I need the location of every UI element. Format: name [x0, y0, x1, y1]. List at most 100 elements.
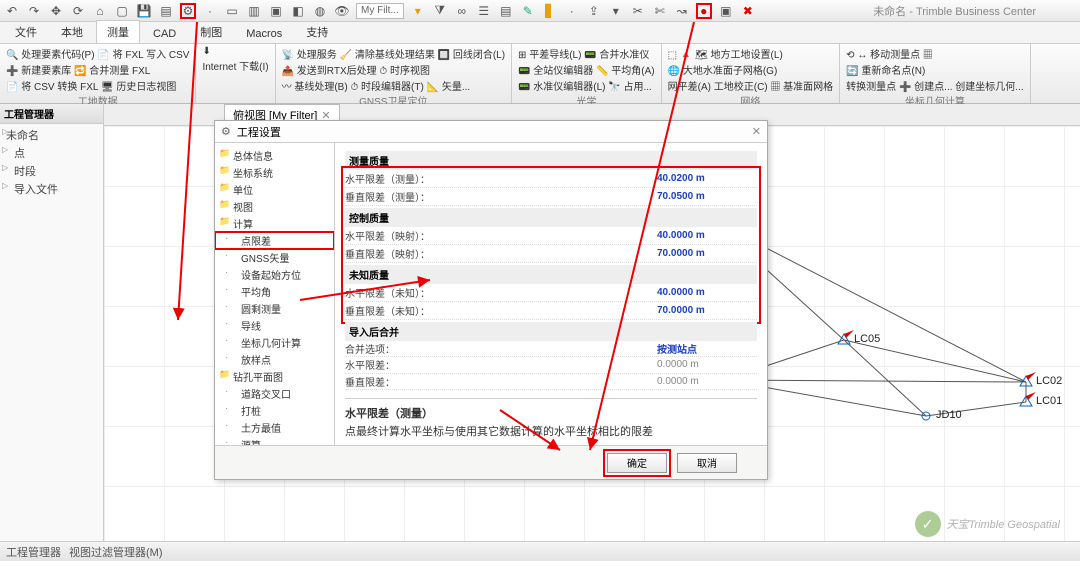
tree-root[interactable]: 未命名 [2, 126, 101, 144]
field-value[interactable]: 40.0000 m [657, 287, 757, 298]
settings-gear-icon[interactable]: ⚙ [180, 3, 196, 19]
nav-item[interactable]: 单位 [215, 181, 334, 198]
ribbon-cmd[interactable]: ➕ 新建要素库 🔁 合并测量 FXL [6, 62, 189, 77]
status-view-filter[interactable]: 视图过滤管理器(M) [69, 544, 163, 560]
ribbon-cmd[interactable]: 网平差(A) 工地校正(C) ▦ 基准面网格 [668, 78, 834, 93]
pen-icon[interactable]: ✎ [520, 3, 536, 19]
cube-icon[interactable]: ◧ [290, 3, 306, 19]
cancel-button[interactable]: 取消 [677, 453, 737, 473]
ribbon-cmd[interactable]: 🌐 大地水准面子网格(G) [668, 62, 834, 77]
proc-icon[interactable]: ▣ [268, 3, 284, 19]
layers-icon[interactable]: ▥ [246, 3, 262, 19]
nav-item[interactable]: 视图 [215, 198, 334, 215]
nav-item[interactable]: 打桩 [215, 402, 334, 419]
nav-item[interactable]: 坐标几何计算 [215, 334, 334, 351]
filter2-icon[interactable]: ⧩ [432, 3, 448, 19]
nav-item[interactable]: 圆剩测量 [215, 300, 334, 317]
field-value[interactable]: 0.0000 m [657, 376, 757, 387]
draw-icon[interactable]: ✂ [630, 3, 646, 19]
field-value[interactable]: 70.0000 m [657, 248, 757, 259]
save-icon[interactable]: 💾 [136, 3, 152, 19]
nav-item[interactable]: 坐标系统 [215, 164, 334, 181]
tab-cad[interactable]: CAD [142, 24, 187, 43]
nav-item[interactable]: 平均角 [215, 283, 334, 300]
csv-icon[interactable]: ▤ [158, 3, 174, 19]
ribbon-cmd[interactable]: ⬇ [202, 46, 268, 57]
ribbon-cmd[interactable]: ⬚ 🔺 🗺 地方工地设置(L) [668, 46, 834, 61]
record-icon[interactable]: ● [696, 3, 712, 19]
ribbon-cmd[interactable]: 转换测量点 ➕ 创建点... 创建坐标几何... [846, 78, 1023, 93]
svg-text:JD10: JD10 [936, 409, 962, 421]
screen-icon[interactable]: ▣ [718, 3, 734, 19]
nav-item[interactable]: 钻孔平面图 [215, 368, 334, 385]
dialog-title: 工程设置 [237, 124, 281, 140]
ribbon-cmd[interactable]: 📟 水准仪编辑器(L) 🔭 占用... [518, 78, 655, 93]
nav-item[interactable]: 设备起始方位 [215, 266, 334, 283]
tree-item[interactable]: 点 [2, 144, 101, 162]
field-value[interactable]: 按测站点 [657, 341, 757, 356]
ribbon-cmd[interactable]: 📟 全站仪编辑器 📏 平均角(A) [518, 62, 655, 77]
tab-local[interactable]: 本地 [50, 20, 94, 43]
path-icon[interactable]: ↝ [674, 3, 690, 19]
project-tree[interactable]: 未命名 点 时段 导入文件 [0, 124, 103, 200]
field-label: 水平限差： [345, 357, 657, 372]
tab-support[interactable]: 支持 [295, 20, 339, 43]
tab-file[interactable]: 文件 [4, 20, 48, 43]
ribbon-cmd[interactable]: Internet 下载(I) [202, 58, 268, 73]
ribbon-cmd[interactable]: 📤 发送到RTX后处理 ⏱ 时序视图 [282, 62, 505, 77]
tab-macros[interactable]: Macros [235, 24, 293, 43]
note-icon[interactable]: ▋ [542, 3, 558, 19]
nav-item[interactable]: 放样点 [215, 351, 334, 368]
nav-item[interactable]: GNSS矢量 [215, 249, 334, 266]
field-value[interactable]: 70.0500 m [657, 191, 757, 202]
stack2-icon[interactable]: ▤ [498, 3, 514, 19]
ribbon-cmd[interactable]: ⟲ ↔ 移动测量点 ▦ [846, 46, 1023, 61]
ribbon-cmd[interactable]: 🔍 处理要素代码(P) 📄 将 FXL 写入 CSV [6, 46, 189, 61]
new-icon[interactable]: ▢ [114, 3, 130, 19]
redo-icon[interactable]: ↷ [26, 3, 42, 19]
share-icon[interactable]: ⇪ [586, 3, 602, 19]
nav-item[interactable]: 总体信息 [215, 147, 334, 164]
field-value[interactable]: 40.0200 m [657, 173, 757, 184]
ribbon-group-sitedata: 🔍 处理要素代码(P) 📄 将 FXL 写入 CSV ➕ 新建要素库 🔁 合并测… [0, 44, 196, 103]
ribbon-cmd[interactable]: 📄 将 CSV 转换 FXL 🖥 历史日志视图 [6, 78, 189, 93]
drop-icon[interactable]: ▾ [608, 3, 624, 19]
close-icon[interactable]: ✖ [740, 3, 756, 19]
ribbon-cmd[interactable]: 🔄 重新命名点(N) [846, 62, 1023, 77]
funnel-icon[interactable]: ▾ [410, 3, 426, 19]
scissors-icon[interactable]: ✄ [652, 3, 668, 19]
field-value[interactable]: 40.0000 m [657, 230, 757, 241]
home-icon[interactable]: ⌂ [92, 3, 108, 19]
filter-selector[interactable]: My Filt... [356, 3, 404, 19]
stack-icon[interactable]: ☰ [476, 3, 492, 19]
nav-item[interactable]: 道路交叉口 [215, 385, 334, 402]
ok-button[interactable]: 确定 [607, 453, 667, 473]
project-manager-panel: 工程管理器 未命名 点 时段 导入文件 [0, 104, 104, 541]
dialog-nav-tree[interactable]: 总体信息坐标系统单位视图计算点限差GNSS矢量设备起始方位平均角圆剩测量导线坐标… [215, 143, 335, 445]
eye-icon[interactable]: 👁 [334, 3, 350, 19]
tab-survey[interactable]: 测量 [96, 20, 140, 43]
nav-item[interactable]: 土方最值 [215, 419, 334, 436]
nav-item[interactable]: 源算 [215, 436, 334, 445]
pan-icon[interactable]: ✥ [48, 3, 64, 19]
undo-icon[interactable]: ↶ [4, 3, 20, 19]
ribbon-cmd[interactable]: ⊞ 平差导线(L) 📟 合并水准仪 [518, 46, 655, 61]
field-value[interactable]: 0.0000 m [657, 359, 757, 370]
nav-item[interactable]: 计算 [215, 215, 334, 232]
tree-item[interactable]: 时段 [2, 162, 101, 180]
refresh-icon[interactable]: ⟳ [70, 3, 86, 19]
layer-icon[interactable]: ▭ [224, 3, 240, 19]
nav-item[interactable]: 导线 [215, 317, 334, 334]
tree-item[interactable]: 导入文件 [2, 180, 101, 198]
link-icon[interactable]: ∞ [454, 3, 470, 19]
dialog-titlebar[interactable]: ⚙ 工程设置 ✕ [215, 121, 767, 143]
close-icon[interactable]: ✕ [752, 125, 761, 138]
tab-drafting[interactable]: 制图 [189, 20, 233, 43]
ribbon-cmd[interactable]: 📡 处理服务 🧹 清除基线处理结果 🔲 回线闭合(L) [282, 46, 505, 61]
field-value[interactable]: 70.0000 m [657, 305, 757, 316]
ribbon-tabs: 文件 本地 测量 CAD 制图 Macros 支持 [0, 22, 1080, 44]
status-project-manager[interactable]: 工程管理器 [6, 544, 61, 560]
ribbon-cmd[interactable]: 〰 基线处理(B) ⏱ 时段编辑器(T) 📐 矢量... [282, 78, 505, 93]
globe-icon[interactable]: ◍ [312, 3, 328, 19]
nav-item[interactable]: 点限差 [215, 232, 334, 249]
